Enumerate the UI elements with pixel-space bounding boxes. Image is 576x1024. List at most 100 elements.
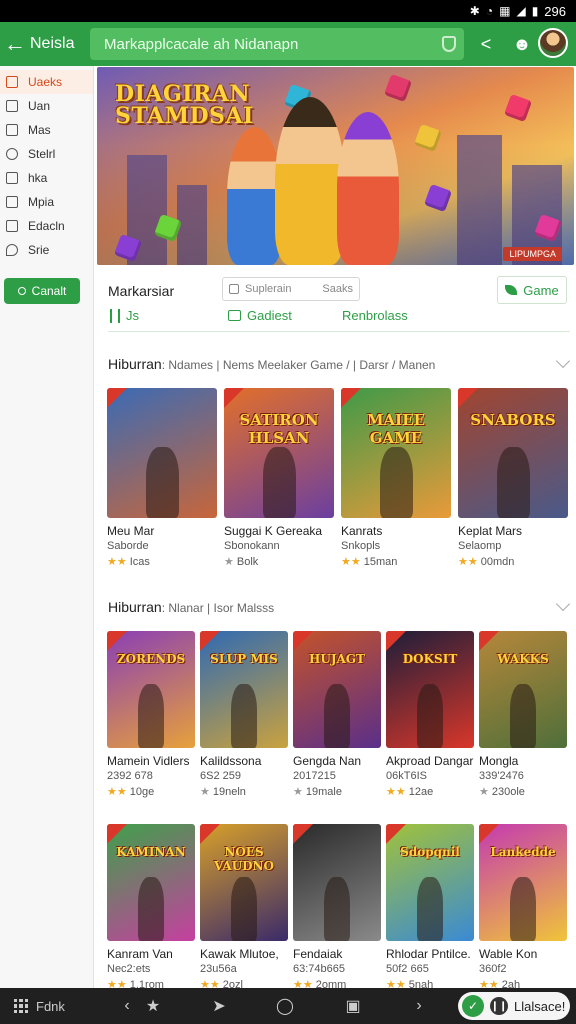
game-card[interactable]: NOES VAUDNO Kawak Mlutoe, 23u56a ★★ 2ozl — [200, 824, 288, 991]
game-thumbnail[interactable] — [107, 388, 217, 518]
game-card[interactable]: SNABORS Keplat Mars Selaomp ★★ 00mdn — [458, 388, 568, 568]
forward-chevron-icon[interactable]: › — [410, 988, 428, 1024]
tab-label: Renbrolass — [342, 308, 408, 323]
user-icon[interactable]: ☻ — [510, 32, 534, 56]
tab-label: Js — [126, 308, 139, 323]
game-thumbnail[interactable]: WAKKS — [479, 631, 567, 748]
tab-1[interactable]: Js — [110, 308, 139, 323]
section-title: Hiburran — [108, 356, 162, 372]
rating-text: 15man — [363, 555, 398, 568]
sidebar-item-7[interactable]: Edacln — [0, 214, 93, 238]
corner-ribbon — [224, 388, 244, 408]
star-icon: ★★ — [458, 556, 478, 568]
game-thumbnail[interactable]: KAMINAN — [107, 824, 195, 941]
game-title: Mamein Vidlers — [107, 754, 190, 768]
avatar[interactable] — [538, 28, 568, 58]
sidebar-item-label: Mpia — [28, 195, 55, 209]
game-title: Kanram Van — [107, 947, 173, 961]
section-title: Hiburran — [108, 599, 162, 615]
game-thumbnail[interactable]: SLUP MIS — [200, 631, 288, 748]
game-card[interactable]: ZORENDS Mamein Vidlers 2392 678 ★★ 10ge — [107, 631, 195, 798]
sidebar-item-4[interactable]: Stelrl — [0, 142, 93, 166]
game-card[interactable]: MAIEE GAME Kanrats Snkopls ★★ 15man — [341, 388, 451, 568]
rocket-icon[interactable]: ➤ — [208, 988, 230, 1024]
game-subtitle: 360f2 — [479, 963, 507, 975]
tv-icon — [6, 124, 18, 136]
circle-icon — [17, 287, 26, 295]
game-card[interactable]: WAKKS Mongla 339'2476 ★ 230ole — [479, 631, 567, 798]
game-card[interactable]: HUJAGT Gengda Nan 2017215 ★ 19male — [293, 631, 381, 798]
search-input[interactable]: Markapplcacale ah Nidanapn — [90, 28, 464, 60]
nav-label: Fdnk — [36, 998, 65, 1014]
home-button-icon[interactable]: ◯ — [272, 988, 298, 1024]
tab-3[interactable]: Renbrolass — [342, 308, 408, 323]
nav-apps[interactable]: Fdnk — [14, 988, 65, 1024]
game-title: Rhlodar Pntilce. — [386, 947, 471, 961]
sidebar-button-label: Canalt — [31, 284, 67, 298]
sidebar-item-1[interactable]: Uaeks — [0, 70, 93, 94]
game-subtitle: Sbonokann — [224, 540, 280, 552]
game-card[interactable]: KAMINAN Kanram Van Nec2:ets ★★ 1.1rom — [107, 824, 195, 991]
game-title: Mongla — [479, 754, 519, 768]
sidebar-action-button[interactable]: Canalt — [4, 278, 80, 304]
game-card[interactable]: Sdopqnil Rhlodar Pntilce. 50f2 665 ★★ 5nah — [386, 824, 474, 991]
game-thumbnail[interactable]: NOES VAUDNO — [200, 824, 288, 941]
chevron-down-icon[interactable] — [555, 353, 571, 369]
character-figure — [323, 683, 351, 748]
game-thumbnail[interactable]: HUJAGT — [293, 631, 381, 748]
game-thumbnail[interactable]: ZORENDS — [107, 631, 195, 748]
game-card[interactable]: SLUP MIS Kalildssona 6S2 259 ★ 19neln — [200, 631, 288, 798]
game-card[interactable]: Fendaiak 63:74b665 ★★ 2omm — [293, 824, 381, 991]
bar-icon — [110, 308, 112, 323]
chart-icon — [6, 172, 18, 184]
sidebar-item-2[interactable]: Uan — [0, 94, 93, 118]
game-button[interactable]: Game — [497, 276, 567, 304]
game-rating: ★ Bolk — [224, 555, 334, 569]
signal-icon: ◢ — [516, 4, 526, 18]
game-title: Meu Mar — [107, 524, 155, 538]
notification-icon[interactable]: ▣ — [342, 988, 364, 1024]
character-figure — [416, 683, 444, 748]
game-thumbnail[interactable]: DOKSIT — [386, 631, 474, 748]
market-search-text: Suplerain — [245, 283, 292, 295]
app-title: Neisla — [30, 35, 75, 52]
section-header-1: Hiburran: Ndames | Nems Meelaker Game / … — [108, 356, 435, 372]
tab-2[interactable]: Gadiest — [228, 308, 292, 323]
game-thumbnail[interactable]: SATIRON HLSAN — [224, 388, 334, 518]
rating-text: 19male — [305, 785, 342, 798]
share-icon[interactable]: < — [474, 32, 498, 56]
account-pill[interactable]: ✓ ❙❙ Llalsace! — [458, 992, 570, 1020]
game-subtitle: 2017215 — [293, 770, 336, 782]
back-chevron-icon[interactable]: ‹ — [118, 988, 136, 1024]
bluetooth-icon: ✱ — [469, 4, 480, 18]
game-thumbnail[interactable]: MAIEE GAME — [341, 388, 451, 518]
back-arrow-icon[interactable]: ← — [0, 22, 30, 66]
rating-text: Bolk — [236, 555, 259, 568]
home-icon — [6, 76, 18, 88]
game-thumbnail[interactable]: SNABORS — [458, 388, 568, 518]
star-icon[interactable]: ★ — [142, 988, 164, 1024]
game-thumbnail[interactable]: Lankedde — [479, 824, 567, 941]
game-card[interactable]: Meu Mar Saborde ★★ Icas — [107, 388, 217, 568]
sidebar-list: Uaeks Uan Mas Stelrl hka Mpia Edacln Sri… — [0, 66, 93, 262]
pill-label: Llalsace! — [514, 998, 566, 1014]
corner-ribbon — [107, 824, 127, 844]
game-card[interactable]: DOKSIT Akproad Dangar 06kT6IS ★★ 12ae — [386, 631, 474, 798]
game-button-label: Game — [523, 282, 559, 298]
game-card[interactable]: SATIRON HLSAN Suggai K Gereaka Sbonokann ★ B… — [224, 388, 334, 568]
sidebar-item-5[interactable]: hka — [0, 166, 93, 190]
character-girl — [337, 112, 399, 265]
game-thumbnail[interactable]: Sdopqnil — [386, 824, 474, 941]
sidebar-item-6[interactable]: Mpia — [0, 190, 93, 214]
game-title: Fendaiak — [293, 947, 343, 961]
chevron-down-icon[interactable] — [555, 596, 571, 612]
thumbnail-title: DOKSIT — [402, 652, 458, 667]
game-card[interactable]: Lankedde Wable Kon 360f2 ★★ 2ah — [479, 824, 567, 991]
character-figure — [230, 683, 258, 748]
game-thumbnail[interactable] — [293, 824, 381, 941]
sidebar-item-3[interactable]: Mas — [0, 118, 93, 142]
sidebar-item-8[interactable]: Srie — [0, 238, 93, 262]
market-search-input[interactable]: Suplerain Saaks — [222, 277, 360, 301]
promo-banner[interactable]: DIAGIRAN STAMDSAI LIPUMPGA — [97, 67, 574, 265]
game-title: Gengda Nan — [293, 754, 362, 768]
